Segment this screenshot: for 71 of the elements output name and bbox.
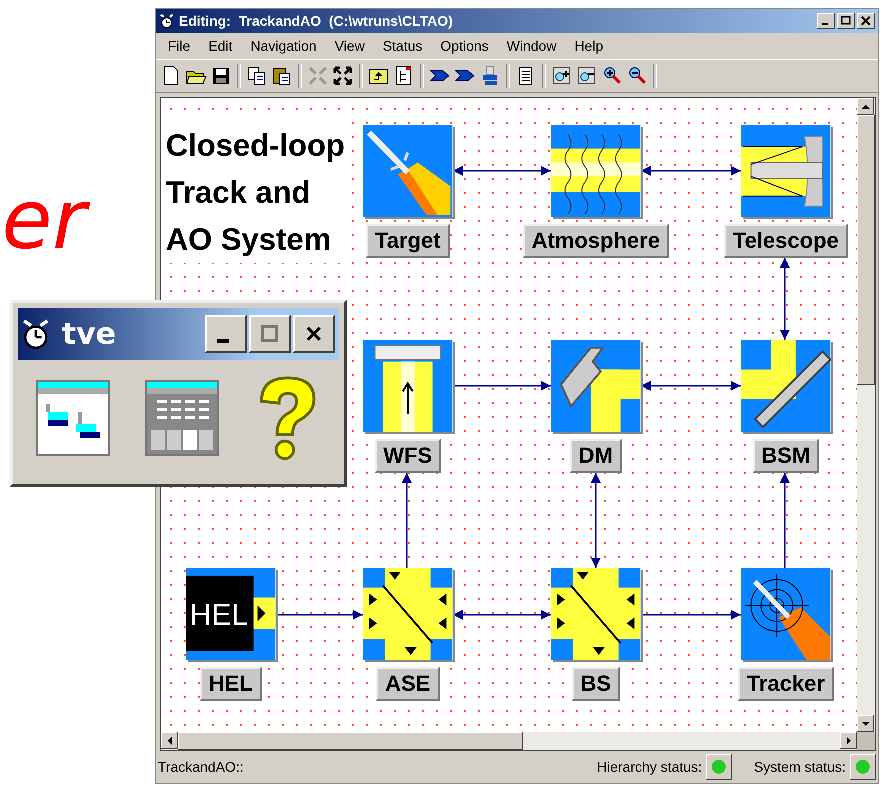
- close-button[interactable]: [293, 315, 335, 353]
- arrow-down-icon: [862, 720, 870, 728]
- window-title: tve: [62, 316, 118, 352]
- horizontal-scrollbar[interactable]: [161, 732, 875, 750]
- tracker-block-icon[interactable]: [741, 568, 831, 660]
- menu-item[interactable]: View: [326, 36, 373, 56]
- arrow-up-icon: [862, 102, 870, 110]
- menu-item[interactable]: File: [160, 36, 199, 56]
- block-label[interactable]: ASE: [376, 667, 440, 701]
- bsm-block-icon[interactable]: [741, 340, 831, 432]
- block-label[interactable]: WFS: [374, 439, 442, 473]
- block-label[interactable]: Atmosphere: [522, 224, 670, 258]
- stopwatch-icon: [159, 13, 175, 29]
- minimize-button[interactable]: [817, 13, 835, 29]
- menu-item[interactable]: Window: [498, 36, 565, 56]
- close-icon: [861, 16, 871, 26]
- block-label[interactable]: BS: [572, 667, 620, 701]
- arrow-left-icon: [166, 736, 174, 744]
- vertical-scrollbar[interactable]: [857, 98, 875, 732]
- copy-icon[interactable]: [246, 65, 268, 87]
- stopwatch-icon: [22, 318, 50, 350]
- target-block-icon[interactable]: [363, 125, 453, 218]
- status-button[interactable]: [706, 754, 732, 780]
- splitter-block-icon[interactable]: [363, 568, 453, 660]
- wfs-block-icon[interactable]: [363, 340, 453, 432]
- menu-item[interactable]: Options: [432, 36, 497, 56]
- table-window-icon[interactable]: [144, 380, 218, 456]
- maximize-button[interactable]: [837, 13, 855, 29]
- block-label[interactable]: Target: [366, 224, 450, 258]
- hierarchy-window-icon[interactable]: [36, 380, 110, 456]
- arrow-right-icon: [844, 736, 852, 744]
- laser-block-icon[interactable]: [186, 568, 276, 660]
- maximize-button[interactable]: [249, 315, 291, 353]
- window-remove-icon[interactable]: [576, 65, 598, 87]
- maximize-icon: [841, 16, 851, 26]
- laser-label: HEL: [190, 601, 248, 631]
- scroll-left-button[interactable]: [161, 732, 178, 749]
- splitter-block-icon[interactable]: [551, 568, 641, 660]
- window-title: Editing: TrackandAO (C:\wtruns\CLTAO): [179, 13, 454, 29]
- menu-item[interactable]: Status: [374, 36, 431, 56]
- scroll-thumb[interactable]: [178, 732, 523, 750]
- minimize-icon: [822, 23, 828, 25]
- window-add-icon[interactable]: [551, 65, 573, 87]
- menu-item[interactable]: Help: [566, 36, 612, 56]
- scroll-thumb[interactable]: [857, 115, 875, 385]
- close-icon: [304, 324, 324, 344]
- block-label[interactable]: HEL: [200, 667, 262, 701]
- minimize-button[interactable]: [205, 315, 247, 353]
- dm-block-icon[interactable]: [551, 340, 641, 432]
- scroll-up-button[interactable]: [857, 98, 874, 115]
- atmosphere-block-icon[interactable]: [551, 125, 641, 218]
- block-label[interactable]: Telescope: [724, 224, 848, 258]
- scrollbar-corner: [857, 732, 875, 750]
- minimize-icon: [217, 339, 229, 343]
- menu-item[interactable]: Navigation: [242, 36, 325, 56]
- menu-item[interactable]: Edit: [200, 36, 241, 56]
- diagram-title: Closed-loop: [166, 122, 346, 169]
- status-label: System status:: [754, 759, 846, 775]
- block-label[interactable]: Tracker: [738, 667, 834, 701]
- block-label[interactable]: DM: [570, 439, 622, 473]
- block-label[interactable]: BSM: [752, 439, 820, 473]
- close-button[interactable]: [857, 13, 875, 29]
- status-label: Hierarchy status:: [597, 759, 702, 775]
- telescope-block-icon[interactable]: [741, 125, 831, 218]
- maximize-icon: [260, 324, 280, 344]
- status-button[interactable]: [850, 754, 876, 780]
- status-path: TrackandAO::: [158, 759, 245, 775]
- expand-icon[interactable]: [332, 65, 354, 87]
- scroll-right-button[interactable]: [840, 732, 857, 749]
- save-icon[interactable]: [210, 65, 232, 87]
- scroll-down-button[interactable]: [857, 715, 874, 732]
